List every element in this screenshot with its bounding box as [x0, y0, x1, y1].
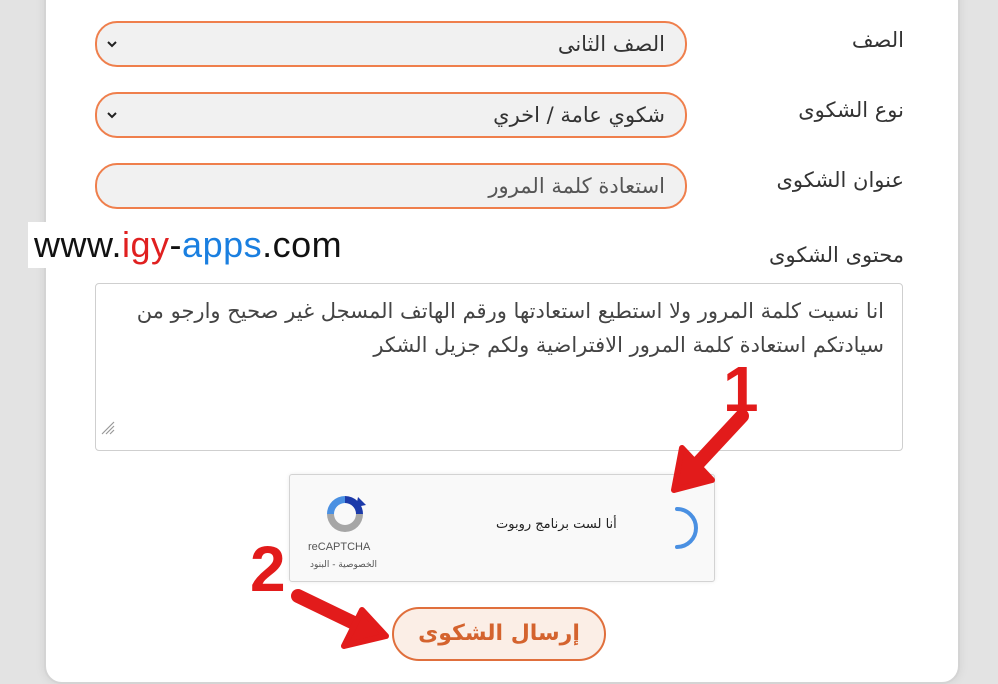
- complaint-type-label: نوع الشكوى: [798, 98, 904, 122]
- submit-complaint-button[interactable]: إرسال الشكوى: [392, 607, 606, 661]
- arrow-step-1-icon: [660, 404, 760, 508]
- step-2-number: 2: [250, 533, 286, 605]
- site-watermark: www.igy-apps.com: [28, 222, 349, 268]
- recaptcha-logo-icon: [322, 491, 368, 541]
- complaint-content-value: انا نسيت كلمة المرور ولا استطيع استعادته…: [136, 299, 884, 357]
- complaint-type-select[interactable]: شكوي عامة / اخري: [95, 92, 687, 138]
- grade-select-value: الصف الثانى: [557, 32, 665, 56]
- recaptcha-spinner-icon[interactable]: [654, 505, 700, 555]
- complaint-content-label: محتوى الشكوى: [769, 243, 904, 267]
- grade-select[interactable]: الصف الثانى: [95, 21, 687, 67]
- arrow-step-2-icon: [288, 580, 398, 664]
- complaint-title-label: عنوان الشكوى: [776, 168, 905, 192]
- chevron-down-icon: [105, 34, 119, 54]
- chevron-down-icon: [105, 105, 119, 125]
- complaint-content-textarea[interactable]: انا نسيت كلمة المرور ولا استطيع استعادته…: [95, 283, 903, 451]
- recaptcha-privacy-terms[interactable]: الخصوصية - البنود: [310, 560, 377, 570]
- complaint-title-input[interactable]: استعادة كلمة المرور: [95, 163, 687, 209]
- recaptcha-checkbox-label: أنا لست برنامج روبوت: [496, 517, 617, 532]
- resize-handle-icon[interactable]: [100, 412, 116, 446]
- recaptcha-widget: reCAPTCHA الخصوصية - البنود أنا لست برنا…: [289, 474, 715, 582]
- complaint-type-select-value: شكوي عامة / اخري: [493, 103, 665, 127]
- recaptcha-brand: reCAPTCHA: [308, 541, 371, 553]
- complaint-title-value: استعادة كلمة المرور: [488, 174, 665, 198]
- grade-label: الصف: [851, 28, 904, 52]
